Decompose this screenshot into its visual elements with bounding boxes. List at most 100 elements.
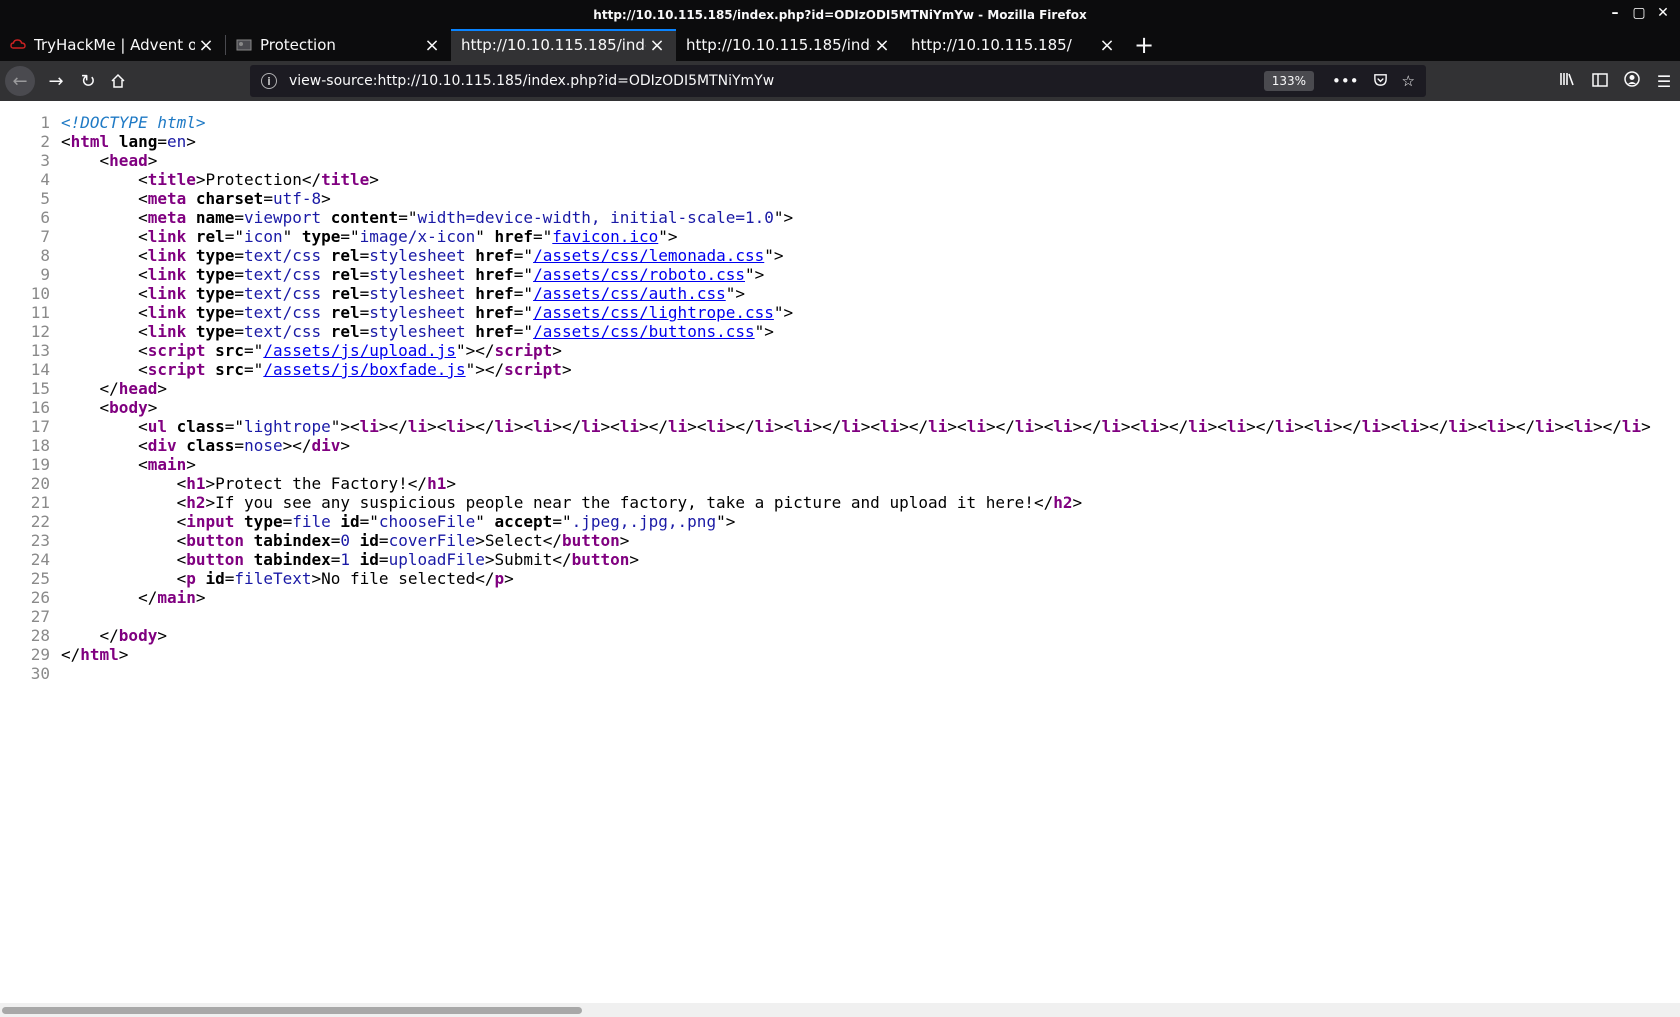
li-item: <li></li> xyxy=(870,417,958,436)
address-bar[interactable]: i view-source:http://10.10.115.185/index… xyxy=(250,65,1426,97)
button-id-value: uploadFile xyxy=(388,550,485,569)
home-button[interactable] xyxy=(103,66,133,96)
bookmark-star-icon[interactable]: ☆ xyxy=(1402,72,1415,91)
code-line: <input type=file id="chooseFile" accept=… xyxy=(61,512,736,531)
reload-icon: ↻ xyxy=(80,70,96,92)
scrollbar-thumb[interactable] xyxy=(2,1007,582,1014)
horizontal-scrollbar[interactable] xyxy=(0,1003,1680,1017)
code-line: <h1>Protect the Factory!</h1> xyxy=(61,474,456,493)
line-number: 28 xyxy=(30,626,50,645)
code-line: <title>Protection</title> xyxy=(61,170,379,189)
right-toolbar: ☰ xyxy=(1558,61,1674,101)
code-line: <button tabindex=0 id=coverFile>Select</… xyxy=(61,531,630,550)
type-value: image/x-icon xyxy=(359,227,476,246)
line-number: 11 xyxy=(30,303,50,322)
forward-arrow-icon: → xyxy=(48,70,64,92)
p-id-value: fileText xyxy=(234,569,312,588)
back-button[interactable]: ← xyxy=(5,66,35,96)
type-value: text/css xyxy=(244,246,322,265)
code-line: <script src="/assets/js/upload.js"></scr… xyxy=(61,341,562,360)
li-item: <li></li> xyxy=(1390,417,1478,436)
tab-close-icon[interactable]: × xyxy=(871,35,893,56)
tab-close-icon[interactable]: × xyxy=(1096,35,1118,56)
charset-value: utf-8 xyxy=(272,189,322,208)
rel-value: stylesheet xyxy=(369,303,466,322)
line-number: 10 xyxy=(30,284,50,303)
line-number: 16 xyxy=(30,398,50,417)
tab-label: Protection xyxy=(260,36,336,54)
tab-close-icon[interactable]: × xyxy=(421,35,443,56)
menu-icon[interactable]: ☰ xyxy=(1654,72,1674,91)
code-line: </body> xyxy=(61,626,167,645)
rel-value: stylesheet xyxy=(369,246,466,265)
stylesheet-link[interactable]: /assets/css/lightrope.css xyxy=(533,303,774,322)
li-item: <li></li> xyxy=(523,417,611,436)
li-item: <li></li> xyxy=(350,417,437,436)
code-line: <link type=text/css rel=stylesheet href=… xyxy=(61,322,774,341)
tab-close-icon[interactable]: × xyxy=(646,35,668,56)
pocket-icon[interactable] xyxy=(1373,72,1388,91)
stylesheet-link[interactable]: /assets/css/lemonada.css xyxy=(533,246,764,265)
tab-view-source[interactable]: http://10.10.115.185/index.p × xyxy=(451,29,676,61)
tabindex-value: 1 xyxy=(340,550,351,569)
tab-label: TryHackMe | Advent of C xyxy=(34,36,195,54)
forward-button[interactable]: → xyxy=(41,66,71,96)
title-text: Protection xyxy=(205,170,302,189)
code-line: <ul class="lightrope"><li></li><li></li>… xyxy=(61,417,1651,436)
li-item: <li></li> xyxy=(1217,417,1304,436)
li-items: <li></li><li></li><li></li><li></li><li>… xyxy=(350,417,1651,436)
button-id-value: coverFile xyxy=(388,531,476,550)
account-icon[interactable] xyxy=(1622,71,1642,91)
library-icon[interactable] xyxy=(1558,71,1578,91)
div-class-value: nose xyxy=(244,436,283,455)
input-accept-value: .jpeg,.jpg,.png xyxy=(571,512,717,531)
line-number: 21 xyxy=(30,493,50,512)
stylesheet-link[interactable]: /assets/css/auth.css xyxy=(533,284,726,303)
script-link[interactable]: /assets/js/boxfade.js xyxy=(263,360,465,379)
meta-name-value: viewport xyxy=(244,208,322,227)
line-number: 24 xyxy=(30,550,50,569)
line-number: 1 xyxy=(40,113,50,132)
stylesheet-link[interactable]: /assets/css/buttons.css xyxy=(533,322,755,341)
sidebar-icon[interactable] xyxy=(1590,72,1610,91)
page-actions-icon[interactable]: ••• xyxy=(1332,72,1359,91)
line-number: 17 xyxy=(30,417,50,436)
line-number: 7 xyxy=(40,227,50,246)
line-number: 20 xyxy=(30,474,50,493)
line-number: 30 xyxy=(30,664,50,683)
doctype: <!DOCTYPE html> xyxy=(61,113,206,132)
view-source-content: 1 <!DOCTYPE html> 2 <html lang=en> 3 <head… xyxy=(0,101,1680,1000)
stylesheet-link[interactable]: /assets/css/roboto.css xyxy=(533,265,745,284)
viewport-content: width=device-width, initial-scale=1.0 xyxy=(417,208,774,227)
tab-protection[interactable]: Protection × xyxy=(226,29,451,61)
minimize-icon[interactable]: – xyxy=(1608,3,1622,23)
tab-index[interactable]: http://10.10.115.185/index.p × xyxy=(676,29,901,61)
new-tab-button[interactable]: + xyxy=(1126,29,1162,61)
window-controls: – ▢ ✕ xyxy=(1608,3,1670,23)
button-text: Select xyxy=(484,531,543,550)
li-item: <li></li> xyxy=(436,417,524,436)
line-number: 5 xyxy=(40,189,50,208)
maximize-icon[interactable]: ▢ xyxy=(1632,3,1646,23)
favicon-link[interactable]: favicon.ico xyxy=(552,227,658,246)
code-line: <meta name=viewport content="width=devic… xyxy=(61,208,794,227)
h1-text: Protect the Factory! xyxy=(215,474,408,493)
url-text[interactable]: view-source:http://10.10.115.185/index.p… xyxy=(289,73,1264,89)
tab-label: http://10.10.115.185/ xyxy=(911,36,1072,54)
li-item: <li></li> xyxy=(1130,417,1218,436)
tab-root[interactable]: http://10.10.115.185/ × xyxy=(901,29,1126,61)
tab-tryhackme[interactable]: TryHackMe | Advent of C × xyxy=(0,29,225,61)
site-info-icon[interactable]: i xyxy=(261,73,277,89)
zoom-badge[interactable]: 133% xyxy=(1263,71,1314,91)
reload-button[interactable]: ↻ xyxy=(73,66,103,96)
tab-close-icon[interactable]: × xyxy=(195,35,217,56)
li-item: <li></li> xyxy=(1477,417,1565,436)
script-link[interactable]: /assets/js/upload.js xyxy=(263,341,456,360)
li-item: <li></li> xyxy=(1564,417,1651,436)
code-line: </head> xyxy=(61,379,167,398)
code-line: <script src="/assets/js/boxfade.js"></sc… xyxy=(61,360,572,379)
nav-toolbar: ← → ↻ i view-source:http://10.10.115.185… xyxy=(0,61,1680,101)
line-number: 22 xyxy=(30,512,50,531)
line-number: 29 xyxy=(30,645,50,664)
close-icon[interactable]: ✕ xyxy=(1656,3,1670,23)
